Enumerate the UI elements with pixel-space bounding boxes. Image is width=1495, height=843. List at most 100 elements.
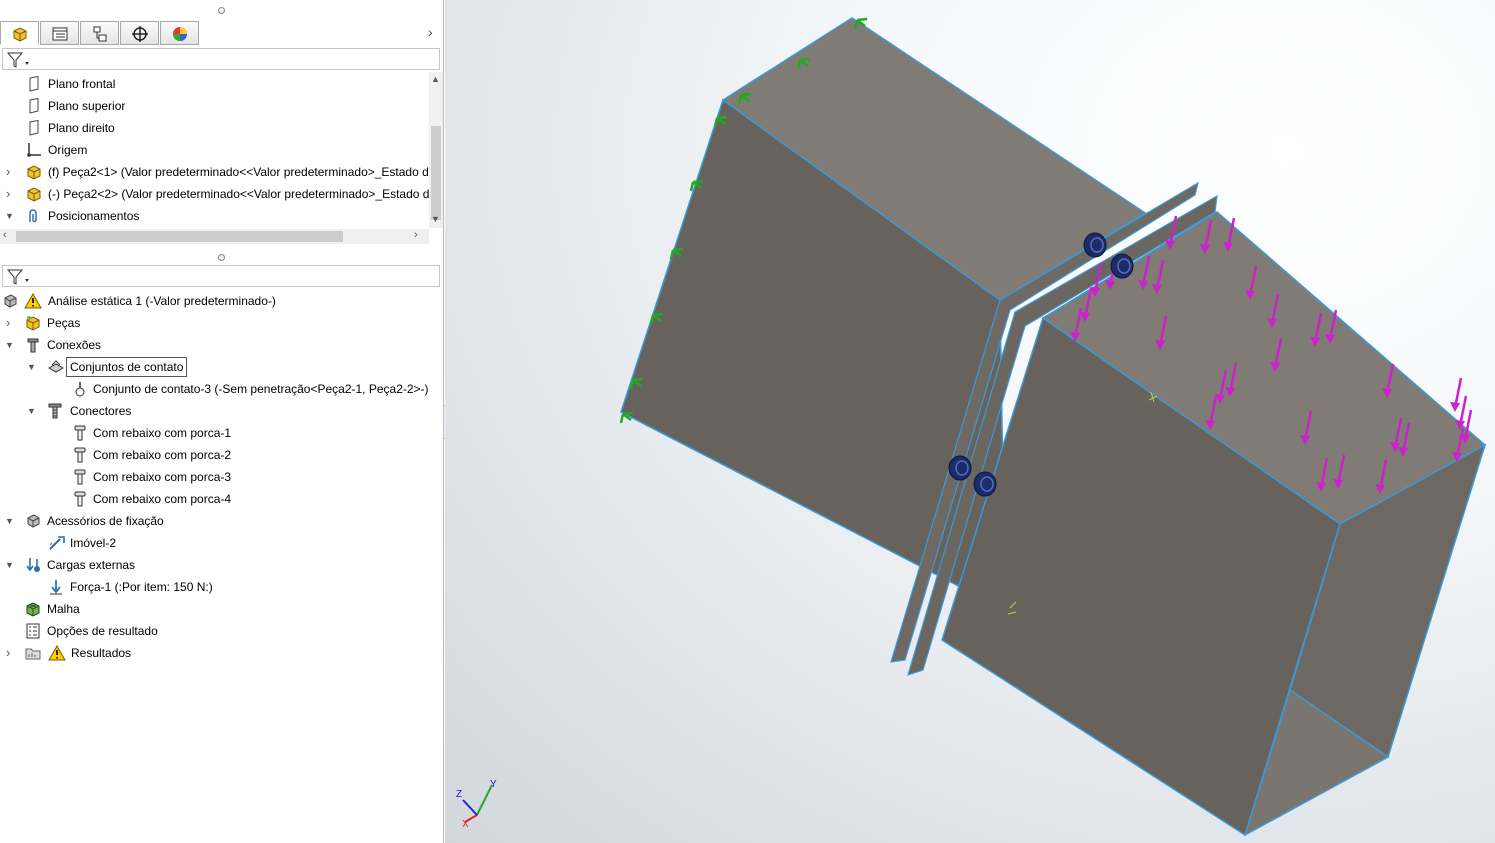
collapse-arrow-icon[interactable]: ▼	[27, 356, 37, 378]
warning-icon	[48, 644, 66, 661]
connections-icon	[25, 337, 41, 353]
triad-x-label: X	[462, 819, 469, 830]
fixed-geometry-icon	[48, 535, 65, 551]
tree-item[interactable]: › (f) Peça2<1> (Valor predeterminado<<Val…	[0, 161, 443, 183]
tree-item[interactable]: ▼ Acessórios de fixação	[0, 510, 443, 532]
bolt-nut-icon	[973, 471, 997, 497]
tree-item[interactable]: Imóvel-2	[0, 532, 443, 554]
study-filter-bar[interactable]	[2, 265, 440, 287]
results-icon	[25, 645, 41, 661]
force-icon	[48, 579, 64, 595]
tabs-scroll-right-icon[interactable]: ›	[428, 24, 433, 40]
fixtures-icon	[2, 293, 18, 309]
configuration-manager-icon	[93, 26, 107, 42]
tab-feature-manager[interactable]	[0, 21, 39, 45]
tree-item[interactable]: Análise estática 1 (-Valor predeterminad…	[0, 290, 443, 312]
expand-arrow-icon[interactable]: ›	[6, 161, 16, 183]
tree-item-label: (f) Peça2<1> (Valor predeterminado<<Valo…	[48, 165, 429, 179]
tree-item[interactable]: Plano superior	[0, 95, 443, 117]
tree-item-label: Posicionamentos	[48, 209, 140, 223]
tree-item[interactable]: Com rebaixo com porca-1	[0, 422, 443, 444]
tree-item[interactable]: Força-1 (:Por item: 150 N:)	[0, 576, 443, 598]
feature-tree-vscroll[interactable]: ▲ ▼	[429, 72, 443, 228]
tab-dimxpert-manager[interactable]	[120, 21, 159, 45]
component-icon	[26, 186, 42, 202]
simulation-study-tree: Análise estática 1 (-Valor predeterminad…	[0, 290, 443, 670]
bolt-nut-icon	[1110, 253, 1134, 279]
tree-item[interactable]: ▼ Cargas externas	[0, 554, 443, 576]
scroll-right-icon[interactable]: ›	[414, 229, 418, 241]
feature-manager-panel: › Plano frontal Plano superior Plano direi…	[0, 0, 444, 843]
result-options-icon	[25, 623, 41, 639]
tree-item[interactable]: ▼ Conexões	[0, 334, 443, 356]
tree-item-label: Conjuntos de contato	[66, 357, 188, 377]
expand-arrow-icon[interactable]: ›	[6, 312, 16, 334]
tab-configuration-manager[interactable]	[80, 21, 119, 45]
scroll-thumb[interactable]	[431, 126, 441, 220]
scroll-left-icon[interactable]: ‹	[3, 229, 7, 241]
plane-icon	[26, 75, 42, 92]
feature-tree-hscroll[interactable]: ‹ ›	[0, 229, 429, 244]
feature-tree: Plano frontal Plano superior Plano direito…	[0, 72, 443, 230]
tree-item-label: Origem	[48, 143, 88, 157]
bolt-icon	[72, 447, 88, 463]
tree-item-label: Peças	[47, 316, 81, 330]
scroll-down-icon[interactable]: ▼	[431, 214, 440, 224]
tree-item[interactable]: Origem	[0, 139, 443, 161]
tree-item[interactable]: Conjunto de contato-3 (-Sem penetração<P…	[0, 378, 443, 400]
triad-z-axis	[462, 799, 478, 816]
plane-icon	[26, 119, 42, 136]
collapse-arrow-icon[interactable]: ▼	[27, 400, 37, 422]
scroll-up-icon[interactable]: ▲	[431, 74, 440, 84]
tree-item-label: Com rebaixo com porca-1	[93, 426, 232, 440]
fixtures-icon	[25, 513, 41, 529]
tree-item[interactable]: Malha	[0, 598, 443, 620]
tree-item[interactable]: › Peças	[0, 312, 443, 334]
expand-arrow-icon[interactable]: ›	[6, 183, 16, 205]
feature-manager-tabs: ›	[0, 20, 443, 46]
collapse-arrow-icon[interactable]: ▼	[5, 205, 15, 227]
collapse-arrow-icon[interactable]: ▼	[5, 554, 15, 576]
tree-item[interactable]: Com rebaixo com porca-2	[0, 444, 443, 466]
mates-icon	[26, 208, 42, 224]
bolt-icon	[72, 469, 88, 485]
tab-property-manager[interactable]	[40, 21, 79, 45]
tab-display-manager[interactable]	[160, 21, 199, 45]
tree-item-label: Plano frontal	[48, 77, 116, 91]
coordinate-triad[interactable]: Y Z X	[456, 779, 497, 830]
tree-item-label: Resultados	[71, 646, 132, 660]
contact-set-icon	[72, 381, 88, 397]
tree-item[interactable]: ▼ Conectores	[0, 400, 443, 422]
appearance-icon	[173, 27, 187, 41]
contact-sets-icon	[47, 359, 65, 375]
expand-arrow-icon[interactable]: ›	[6, 642, 16, 664]
tree-item[interactable]: Plano frontal	[0, 73, 443, 95]
graphics-area[interactable]: Y Z X	[445, 0, 1495, 843]
model-viewport[interactable]: Y Z X	[445, 0, 1495, 843]
triad-z-label: Z	[456, 789, 462, 800]
dimxpert-icon	[132, 26, 148, 42]
tree-item-label: Conectores	[70, 404, 132, 418]
scroll-thumb[interactable]	[16, 231, 343, 242]
tree-item[interactable]: › Resultados	[0, 642, 443, 664]
tree-item[interactable]: › (-) Peça2<2> (Valor predeterminado<<Val…	[0, 183, 443, 205]
tree-item[interactable]: Com rebaixo com porca-3	[0, 466, 443, 488]
tree-item-label: Plano superior	[48, 99, 126, 113]
panel-grip-middle[interactable]	[0, 250, 443, 261]
tree-item[interactable]: ▼ Conjuntos de contato	[0, 356, 443, 378]
collapse-arrow-icon[interactable]: ▼	[5, 510, 15, 532]
tree-item[interactable]: ▼ Posicionamentos	[0, 205, 443, 227]
connectors-icon	[47, 403, 63, 419]
feature-filter-bar[interactable]	[2, 48, 440, 70]
bolt-nut-icon	[948, 455, 972, 481]
warning-icon	[24, 292, 42, 309]
parts-icon	[25, 315, 41, 331]
tree-item[interactable]: Plano direito	[0, 117, 443, 139]
tree-item[interactable]: Opções de resultado	[0, 620, 443, 642]
filter-icon	[6, 52, 29, 68]
panel-grip-top[interactable]	[0, 3, 443, 14]
component-icon	[26, 164, 42, 180]
tree-item-label: Conexões	[47, 338, 102, 352]
collapse-arrow-icon[interactable]: ▼	[5, 334, 15, 356]
tree-item[interactable]: Com rebaixo com porca-4	[0, 488, 443, 510]
